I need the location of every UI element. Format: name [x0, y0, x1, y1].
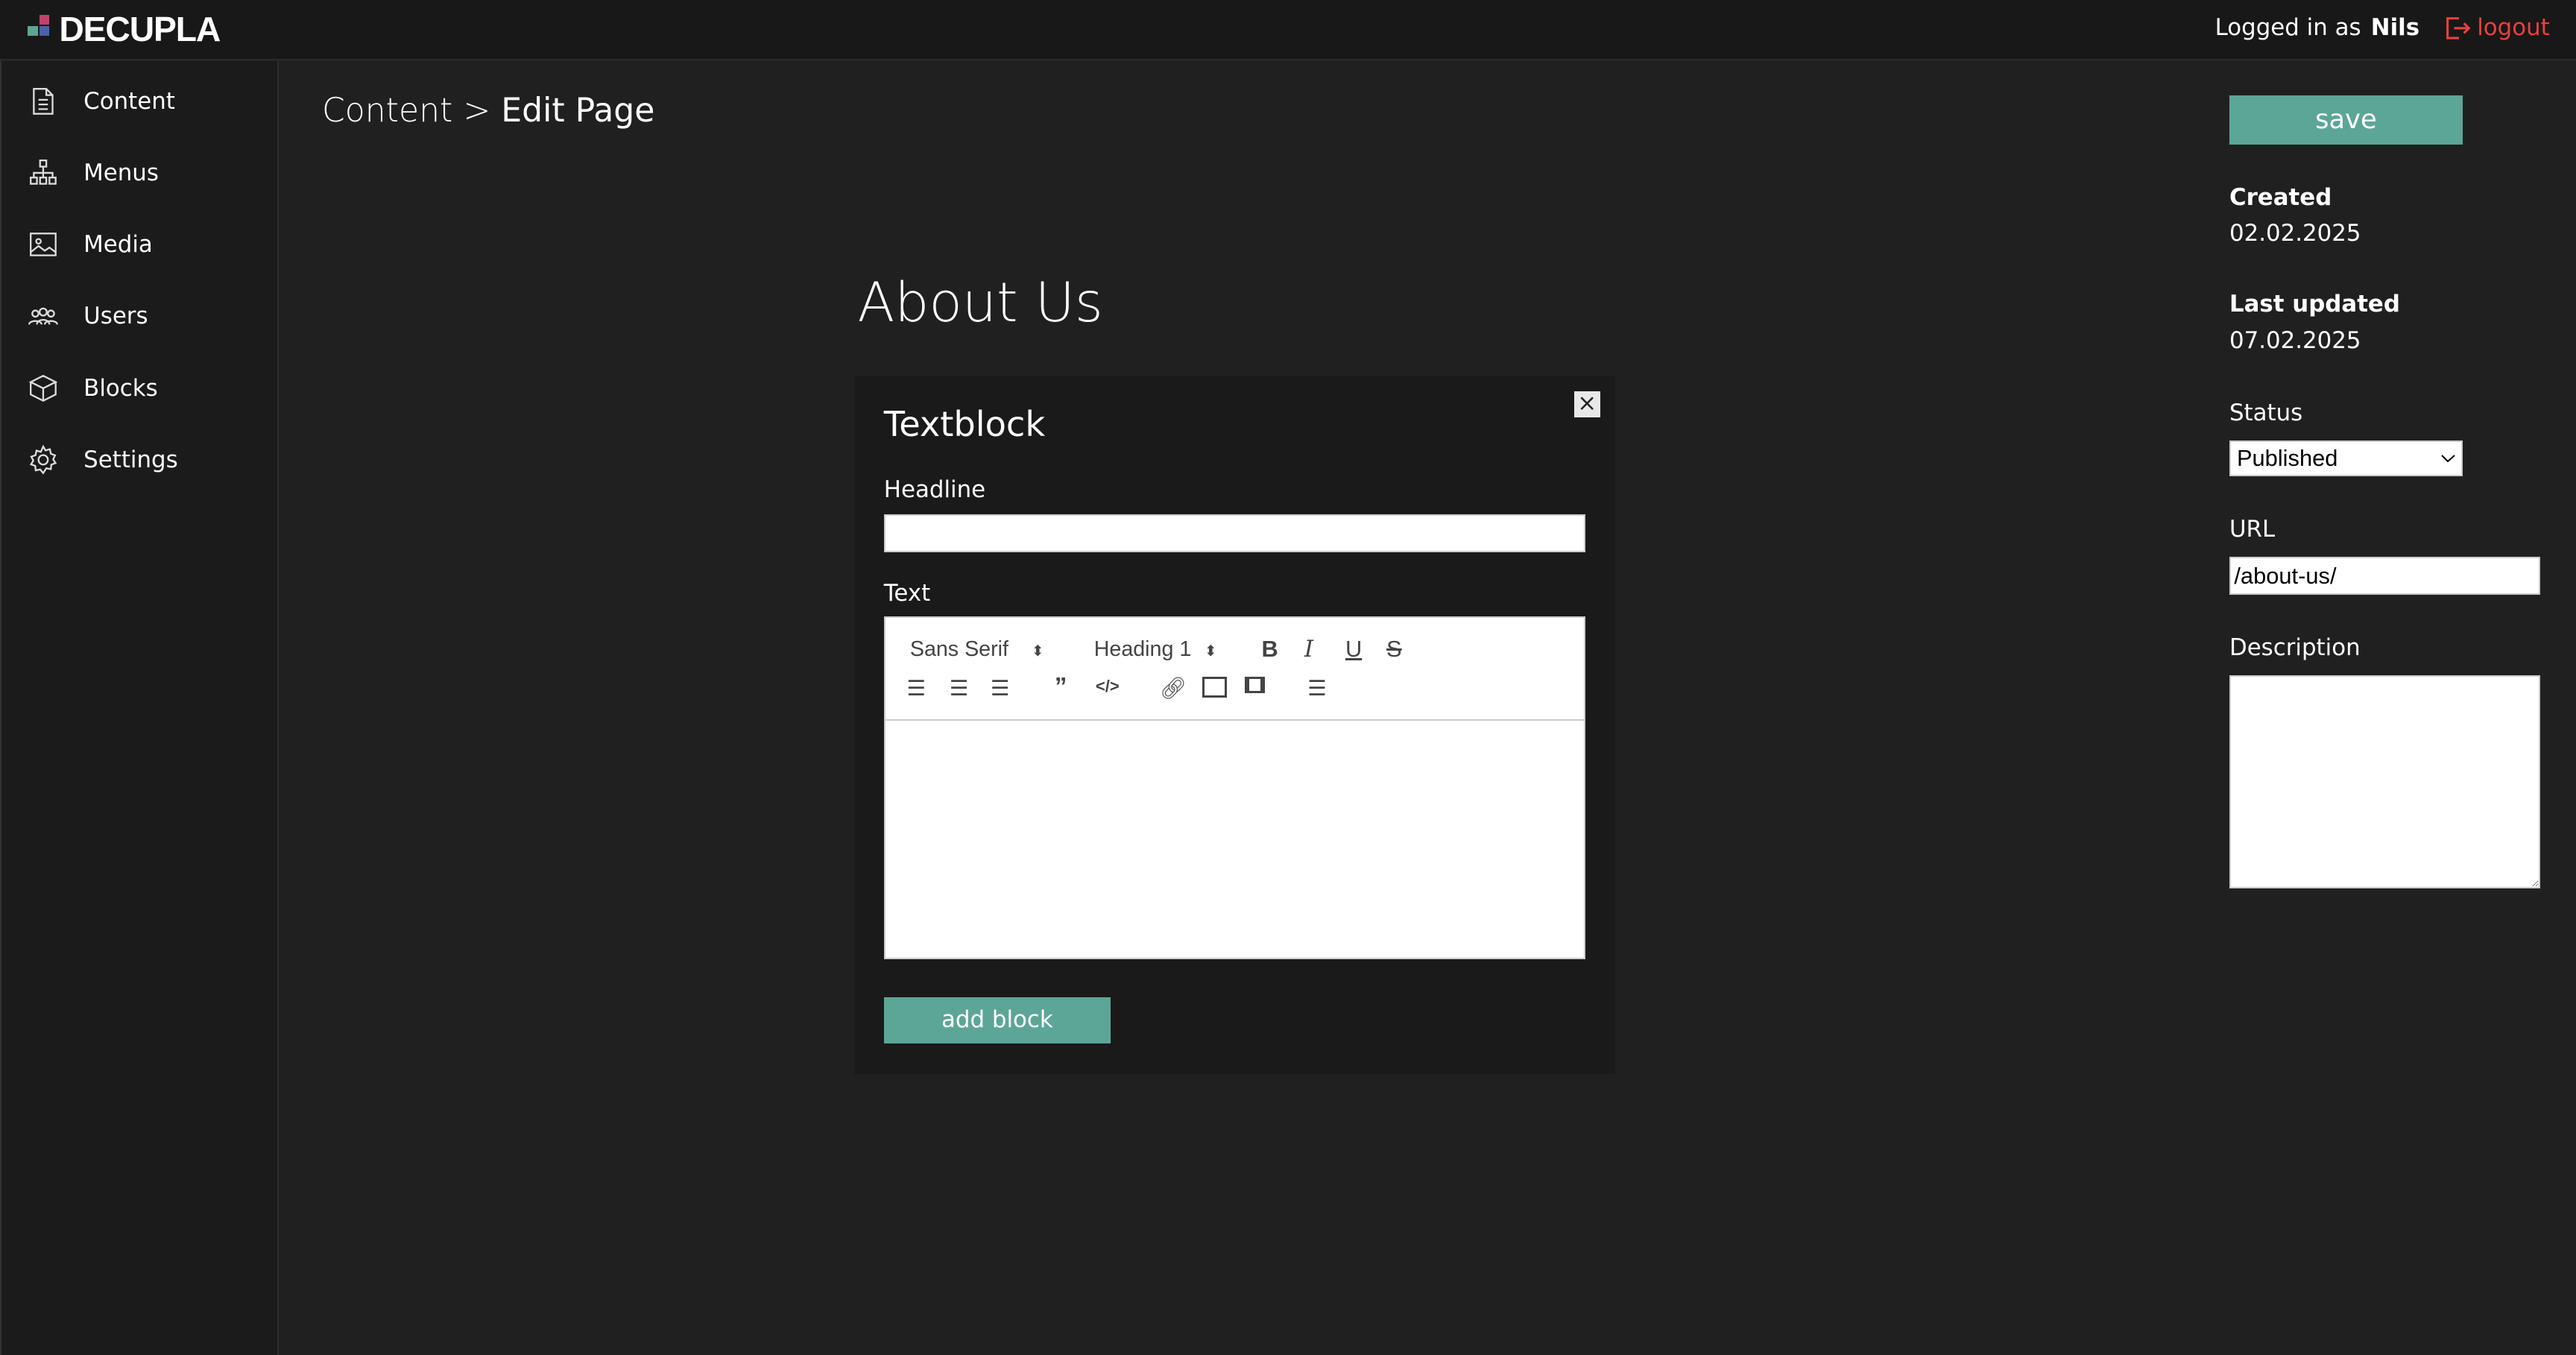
document-icon: [33, 88, 54, 116]
user-info: Logged in as Nils logout: [2215, 13, 2550, 43]
video-icon[interactable]: [1245, 676, 1265, 693]
breadcrumb-separator: >: [463, 92, 491, 130]
headline-label: Headline: [883, 476, 986, 504]
sidebar: Content Menus Media Users Blocks Setting…: [0, 60, 280, 1355]
nav-label: Settings: [83, 446, 178, 473]
italic-icon[interactable]: I: [1304, 636, 1313, 663]
check-list-icon[interactable]: ☰: [991, 675, 1010, 701]
sidebar-item-media[interactable]: Media: [1, 209, 277, 280]
underline-icon[interactable]: U: [1345, 636, 1362, 663]
editor-toolbar: Sans Serif ⬍ Heading 1 ⬍ B I U S ☰ ☰ ☰ ” <…: [885, 618, 1584, 721]
username: Nils: [2370, 14, 2420, 42]
strike-icon[interactable]: S: [1386, 636, 1402, 663]
url-label: URL: [2229, 516, 2276, 543]
logout-link[interactable]: logout: [2443, 13, 2550, 43]
code-icon[interactable]: </>: [1096, 677, 1120, 696]
created-label: Created: [2229, 183, 2332, 211]
headline-input[interactable]: [883, 514, 1585, 552]
updown-icon: ⬍: [1031, 642, 1044, 660]
heading-value: Heading 1: [1093, 637, 1192, 661]
textblock-panel: × Textblock Headline Text Sans Serif ⬍ He…: [854, 376, 1615, 1075]
updown-icon: ⬍: [1204, 642, 1217, 660]
description-textarea[interactable]: [2229, 675, 2540, 889]
nav-label: Content: [83, 88, 175, 116]
align-icon[interactable]: ☰: [1307, 675, 1327, 701]
logo[interactable]: DECUPLA: [26, 10, 221, 49]
save-button[interactable]: save: [2229, 95, 2463, 145]
updated-date: 07.02.2025: [2229, 326, 2361, 354]
sidebar-item-blocks[interactable]: Blocks: [1, 353, 277, 424]
box-icon: [28, 374, 58, 402]
updated-label: Last updated: [2229, 291, 2400, 318]
nav-label: Media: [83, 231, 153, 259]
users-icon: [28, 307, 59, 325]
heading-select[interactable]: Heading 1 ⬍: [1094, 637, 1217, 662]
logged-in-label: Logged in as: [2214, 14, 2361, 42]
sidebar-item-menus[interactable]: Menus: [1, 137, 277, 209]
editor-content[interactable]: [886, 721, 1584, 959]
nav-label: Menus: [83, 159, 159, 187]
logout-icon: [2446, 16, 2471, 40]
quote-icon[interactable]: ”: [1055, 673, 1067, 701]
bullet-list-icon[interactable]: ☰: [950, 675, 969, 701]
add-block-button[interactable]: add block: [883, 996, 1111, 1043]
ordered-list-icon[interactable]: ☰: [906, 675, 926, 701]
breadcrumb: Content > Edit Page: [322, 92, 654, 130]
sitemap-icon: [30, 159, 57, 186]
description-label: Description: [2229, 634, 2361, 661]
link-icon[interactable]: 🔗︎: [1160, 675, 1187, 701]
status-select[interactable]: Published: [2229, 440, 2463, 477]
logo-text: DECUPLA: [59, 10, 221, 49]
nav-label: Users: [83, 303, 148, 330]
close-icon: ×: [1577, 389, 1597, 417]
created-date: 02.02.2025: [2229, 220, 2361, 247]
url-input[interactable]: [2229, 557, 2540, 595]
bold-icon[interactable]: B: [1262, 636, 1278, 663]
logout-label: logout: [2477, 14, 2550, 42]
text-label: Text: [883, 580, 931, 607]
nav-label: Blocks: [83, 374, 158, 402]
top-bar: DECUPLA Logged in as Nils logout: [0, 0, 2576, 61]
font-value: Sans Serif: [909, 637, 1008, 661]
font-select[interactable]: Sans Serif ⬍: [910, 637, 1044, 662]
breadcrumb-parent[interactable]: Content: [322, 92, 452, 130]
close-block-button[interactable]: ×: [1573, 389, 1600, 417]
page-title: About Us: [857, 271, 1103, 335]
sidebar-item-settings[interactable]: Settings: [1, 424, 277, 496]
image-icon: [30, 233, 57, 257]
sidebar-item-content[interactable]: Content: [1, 66, 277, 137]
status-label: Status: [2229, 399, 2303, 426]
sidebar-item-users[interactable]: Users: [1, 280, 277, 352]
breadcrumb-current: Edit Page: [501, 92, 655, 130]
block-title: Textblock: [883, 404, 1046, 445]
image-icon[interactable]: [1202, 676, 1227, 698]
rich-text-editor: Sans Serif ⬍ Heading 1 ⬍ B I U S ☰ ☰ ☰ ” <…: [883, 616, 1585, 960]
gear-icon: [30, 444, 57, 475]
